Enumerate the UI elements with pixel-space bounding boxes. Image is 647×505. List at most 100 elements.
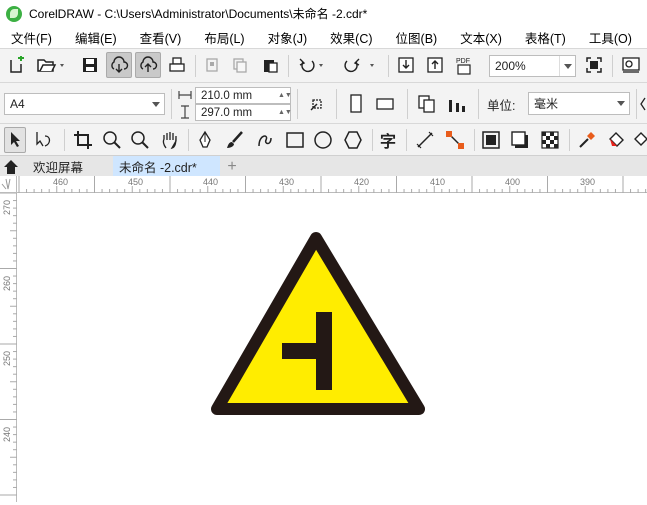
new-document-icon [10,56,24,73]
height-spinner[interactable]: ▲▼ [278,109,292,116]
text-tool-icon: 字 [379,134,396,151]
ruler-origin-icon [1,178,11,190]
width-spinner[interactable]: ▲▼ [278,92,292,99]
menu-file[interactable]: 文件(F) [11,28,52,47]
menu-tools[interactable]: 工具(O) [589,28,632,47]
open-folder-icon [37,59,64,72]
junction-symbol-vertical[interactable] [316,312,332,390]
menu-view[interactable]: 查看(V) [140,28,182,47]
drawing-canvas[interactable] [18,194,647,502]
document-tab-bar: 欢迎屏幕 未命名 -2.cdr* + [0,155,647,177]
zoom-combo[interactable]: 200% [489,55,576,77]
text-tool[interactable]: 字 [376,127,400,153]
brush-icon [227,131,243,148]
home-button[interactable] [0,156,22,177]
crop-icon [74,131,92,149]
print-button[interactable] [165,52,189,78]
bevel-tool[interactable] [478,127,504,153]
rectangle-icon [286,132,304,148]
portrait-icon [350,94,362,113]
all-pages-button[interactable] [414,91,440,117]
export-button[interactable] [423,52,447,78]
pan-tool[interactable] [158,127,182,153]
ruler-origin[interactable] [0,176,17,193]
menu-object[interactable]: 对象(J) [268,28,308,47]
rectangle-tool[interactable] [282,127,308,153]
warning-sign-drawing[interactable] [18,194,647,502]
cut-button[interactable] [200,52,224,78]
title-bar: CorelDRAW - C:\Users\Administrator\Docum… [0,0,647,27]
tab-welcome-screen[interactable]: 欢迎屏幕 [24,156,112,177]
ruler-v-label: 240 [2,426,12,442]
menu-table[interactable]: 表格(T) [525,28,566,47]
current-page-button[interactable] [444,91,470,117]
horizontal-ruler[interactable]: 460 450 440 430 420 410 400 390 [17,176,647,193]
zoom-tool[interactable] [100,127,124,153]
toolbox: 字 [0,123,647,155]
dimension-tool[interactable] [412,127,438,153]
polygon-tool[interactable] [340,127,366,153]
save-button[interactable] [78,52,102,78]
import-icon [398,57,414,73]
dimension-icon [416,131,434,149]
smart-drawing-tool[interactable] [252,127,278,153]
shape-tool[interactable] [30,127,58,153]
landscape-button[interactable] [373,91,397,117]
tab-document[interactable]: 未命名 -2.cdr* [113,156,220,177]
copy-button[interactable] [228,52,252,78]
page-size-combo[interactable]: A4 [4,93,165,115]
import-button[interactable] [394,52,418,78]
chevron-down-icon[interactable] [559,56,575,76]
chevron-down-icon[interactable] [148,94,164,114]
undo-icon [299,58,323,73]
menu-layout[interactable]: 布局(L) [204,28,244,47]
import-cloud-button[interactable] [106,52,132,78]
all-pages-icon [418,95,435,113]
ruler-h-label: 390 [580,177,596,187]
menu-edit[interactable]: 编辑(E) [75,28,117,47]
hand-icon [162,132,177,150]
portrait-button[interactable] [344,91,368,117]
junction-symbol-horizontal[interactable] [282,343,318,359]
pick-tool[interactable] [4,127,26,153]
ellipse-tool[interactable] [310,127,336,153]
page-height-field[interactable]: 297.0 mm ▲▼ [195,104,292,121]
page-options-button[interactable] [305,91,329,117]
nudge-icon[interactable] [640,91,647,117]
menu-effects[interactable]: 效果(C) [330,28,372,47]
interactive-fill-tool[interactable] [603,127,629,153]
vertical-ruler[interactable]: 270 260 250 240 [0,193,17,502]
menu-bitmaps[interactable]: 位图(B) [396,28,438,47]
checkerboard-icon [541,131,559,149]
new-document-button[interactable] [6,52,28,78]
crop-tool[interactable] [70,127,96,153]
color-eyedropper-tool[interactable] [575,127,599,153]
options-button[interactable] [618,52,644,78]
menu-text[interactable]: 文本(X) [460,28,502,47]
ruler-v-label: 260 [2,275,12,291]
smart-fill-tool[interactable] [632,127,647,153]
pen-tool[interactable] [194,127,216,153]
artistic-media-tool[interactable] [222,127,248,153]
undo-button[interactable] [295,52,329,78]
publish-pdf-button[interactable]: PDF [452,52,478,78]
redo-button[interactable] [340,52,380,78]
paste-icon [264,60,278,73]
export-cloud-button[interactable] [135,52,161,78]
transparency-tool[interactable] [537,127,563,153]
drop-shadow-tool[interactable] [507,127,533,153]
zoom-out-tool[interactable] [128,127,152,153]
page-width-field[interactable]: 210.0 mm ▲▼ [195,87,292,104]
chevron-down-icon[interactable] [613,93,629,114]
paste-button[interactable] [258,52,282,78]
ruler-h-label: 450 [128,177,144,187]
units-combo[interactable]: 毫米 [528,92,630,115]
connector-tool[interactable] [442,127,468,153]
open-button[interactable] [34,52,68,78]
new-tab-button[interactable]: + [222,156,242,177]
ruler-h-label: 420 [354,177,370,187]
full-screen-button[interactable] [582,52,606,78]
page-size-value: A4 [10,97,25,111]
cut-icon [206,58,218,72]
page-height-icon [181,105,189,119]
